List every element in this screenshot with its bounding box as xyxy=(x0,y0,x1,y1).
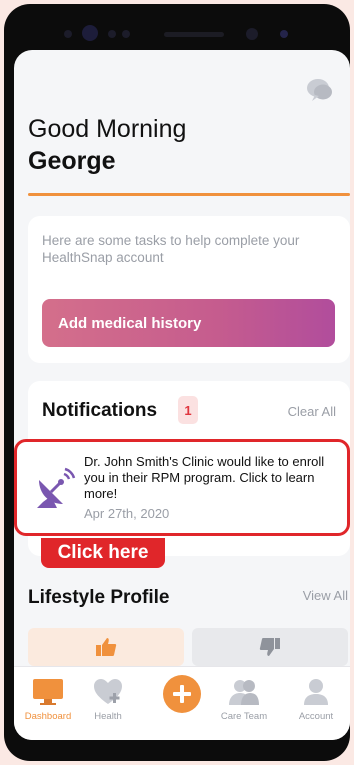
notification-item[interactable]: Dr. John Smith's Clinic would like to en… xyxy=(14,439,350,536)
notification-date: Apr 27th, 2020 xyxy=(84,506,170,521)
add-medical-history-button[interactable]: Add medical history xyxy=(42,299,335,347)
sensor-dot xyxy=(280,30,288,38)
tab-label: Dashboard xyxy=(24,711,72,722)
tab-account[interactable]: Account xyxy=(284,677,348,722)
view-all-link[interactable]: View All xyxy=(303,588,348,603)
header-divider xyxy=(28,193,350,196)
monitor-icon xyxy=(33,679,63,705)
front-camera xyxy=(246,28,258,40)
tab-label: Health xyxy=(94,711,122,722)
greeting-text: Good Morning xyxy=(28,115,187,143)
earpiece-speaker xyxy=(164,32,224,37)
thumbs-down-icon xyxy=(259,638,280,656)
sensor-dot xyxy=(64,30,72,38)
bottom-tab-bar: Dashboard Health Care Team Account xyxy=(14,666,350,740)
user-name: George xyxy=(28,147,116,175)
sensor-dot xyxy=(122,30,130,38)
chat-icon[interactable] xyxy=(306,76,334,104)
user-icon xyxy=(304,679,328,705)
heart-plus-icon xyxy=(94,679,122,704)
sensor-dot xyxy=(108,30,116,38)
notifications-title: Notifications xyxy=(42,400,158,421)
tab-label: Care Team xyxy=(220,711,268,722)
thumbs-up-button[interactable] xyxy=(28,628,184,666)
clear-all-link[interactable]: Clear All xyxy=(288,404,336,419)
tab-health[interactable]: Health xyxy=(76,677,140,722)
tab-dashboard[interactable]: Dashboard xyxy=(16,677,80,722)
app-screen: Good Morning George Here are some tasks … xyxy=(14,50,350,740)
satellite-dish-icon xyxy=(37,467,76,508)
thumbs-up-icon xyxy=(96,638,117,656)
notification-message: Dr. John Smith's Clinic would like to en… xyxy=(84,454,325,501)
notification-count-badge: 1 xyxy=(178,396,198,424)
click-here-callout: Click here xyxy=(41,538,165,568)
team-icon xyxy=(229,680,259,705)
tab-label: Account xyxy=(298,711,334,722)
tab-care-team[interactable]: Care Team xyxy=(212,677,276,722)
phone-notch xyxy=(50,20,304,48)
tasks-card: Here are some tasks to help complete you… xyxy=(28,216,350,363)
add-button[interactable] xyxy=(163,675,201,713)
tasks-description: Here are some tasks to help complete you… xyxy=(42,233,300,265)
tab-add[interactable] xyxy=(150,675,214,713)
thumbs-down-button[interactable] xyxy=(192,628,348,666)
lifestyle-profile-title: Lifestyle Profile xyxy=(28,587,170,608)
phone-frame: Good Morning George Here are some tasks … xyxy=(4,4,350,761)
camera-lens xyxy=(82,25,98,41)
plus-icon xyxy=(173,685,191,703)
